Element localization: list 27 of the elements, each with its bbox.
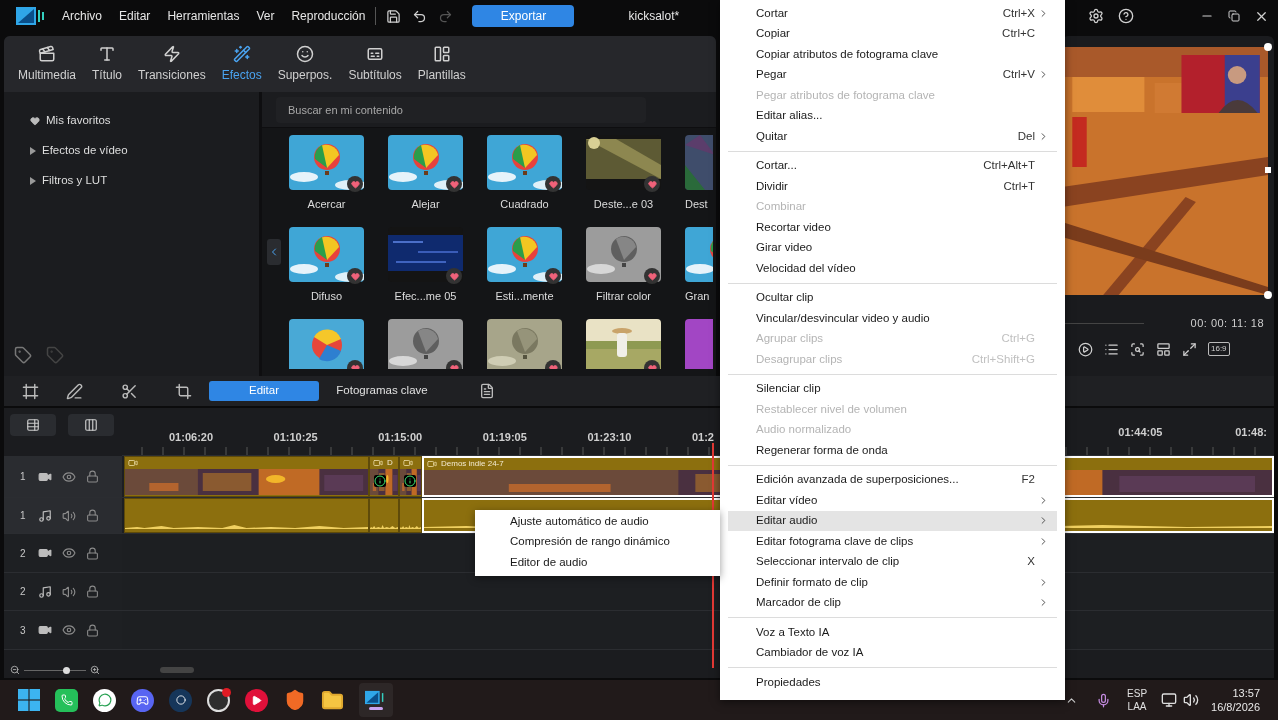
track-number: 2 [20,585,27,599]
track-number: 3 [20,623,27,638]
time-label: 01:15:00 [378,431,423,443]
track-number: 1 [20,509,27,523]
time-label: 01:2 [691,431,714,443]
time-label: 01:19:05 [482,431,527,443]
shortcut-label: X [1027,554,1035,570]
time-label: 01:10:25 [273,431,318,443]
time-label: 01:44:05 [1117,425,1163,440]
shortcut-label: Ctrl+X [1002,5,1035,21]
time-label: 01:06:20 [169,431,214,443]
time-label: 01:23:10 [587,431,632,443]
shortcut-label: Ctrl+G [1001,331,1035,347]
shortcut-label: Ctrl+Alt+T [983,158,1035,174]
project-title: kicksalot* [628,8,680,25]
time-label: 01:48: [1234,425,1267,440]
shortcut-label: Ctrl+C [1002,26,1035,42]
clip-label: Demos indie 24-7 [441,458,504,470]
shortcut-label: Ctrl+T [1003,178,1035,194]
clip-label: D [387,457,393,469]
track-number: 1 [20,470,27,484]
shortcut-label: Ctrl+Shift+G [971,351,1035,367]
shortcut-label: Ctrl+V [1002,67,1035,83]
track-number: 2 [20,546,27,561]
shortcut-label: F2 [1021,472,1035,488]
timecode: 00: 00: 11: 18 [1190,316,1264,331]
shortcut-label: Del [1017,128,1035,144]
